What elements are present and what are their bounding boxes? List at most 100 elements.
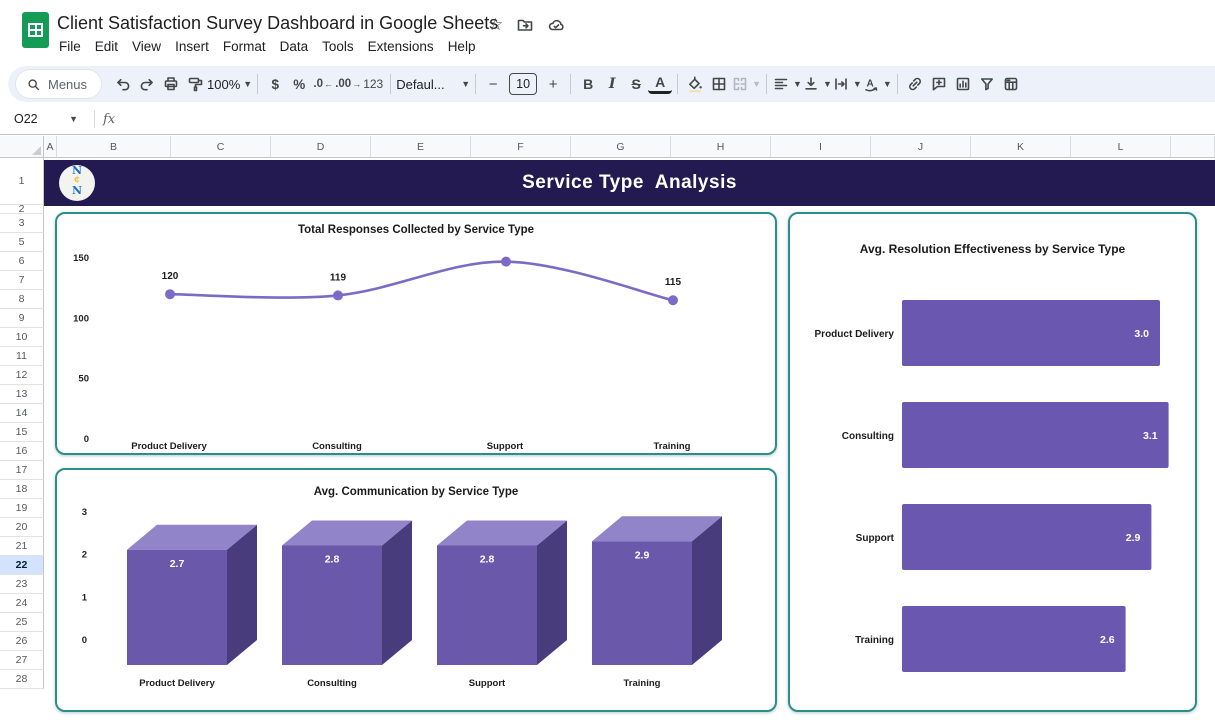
menu-edit[interactable]: Edit — [88, 37, 125, 56]
menu-data[interactable]: Data — [273, 37, 316, 56]
line-chart-plot[interactable]: 150100500120Product Delivery119Consultin… — [57, 214, 775, 453]
strikethrough-button[interactable]: S — [624, 71, 648, 97]
select-all-corner[interactable] — [0, 136, 44, 158]
insert-comment-button[interactable] — [927, 71, 951, 97]
column-header-L[interactable]: L — [1071, 136, 1171, 158]
row-header-8[interactable]: 8 — [0, 290, 44, 309]
document-title[interactable]: Client Satisfaction Survey Dashboard in … — [57, 13, 498, 34]
menu-view[interactable]: View — [125, 37, 168, 56]
undo-button[interactable] — [111, 71, 135, 97]
column-header-I[interactable]: I — [771, 136, 871, 158]
row-header-27[interactable]: 27 — [0, 651, 44, 670]
column-header-F[interactable]: F — [471, 136, 571, 158]
menu-help[interactable]: Help — [441, 37, 483, 56]
column-header-B[interactable]: B — [57, 136, 171, 158]
column-header-J[interactable]: J — [871, 136, 971, 158]
company-logo: N¢N — [59, 165, 95, 201]
menu-insert[interactable]: Insert — [168, 37, 216, 56]
column-header-K[interactable]: K — [971, 136, 1071, 158]
functions-button[interactable] — [999, 71, 1023, 97]
row-header-18[interactable]: 18 — [0, 480, 44, 499]
line-chart-card[interactable]: Total Responses Collected by Service Typ… — [55, 212, 777, 455]
text-color-button[interactable]: A — [648, 74, 672, 94]
menu-tools[interactable]: Tools — [315, 37, 361, 56]
row-header-17[interactable]: 17 — [0, 461, 44, 480]
merge-cells-button[interactable]: ▼ — [731, 71, 761, 97]
sheet-canvas[interactable]: N¢N Service Type Analysis Total Response… — [44, 158, 1215, 720]
svg-text:Support: Support — [487, 441, 524, 452]
column-header-D[interactable]: D — [271, 136, 371, 158]
print-button[interactable] — [159, 71, 183, 97]
borders-button[interactable] — [707, 71, 731, 97]
row-header-12[interactable]: 12 — [0, 366, 44, 385]
row-header-25[interactable]: 25 — [0, 613, 44, 632]
sheets-logo-icon[interactable] — [22, 12, 49, 48]
increase-decimal-button[interactable]: .00→ — [335, 71, 361, 97]
percent-format-button[interactable]: % — [287, 71, 311, 97]
dashboard-banner[interactable]: N¢N Service Type Analysis — [44, 160, 1215, 206]
text-rotation-button[interactable]: A ▼ — [862, 71, 892, 97]
row-header-7[interactable]: 7 — [0, 271, 44, 290]
fill-color-button[interactable] — [683, 71, 707, 97]
row-header-13[interactable]: 13 — [0, 385, 44, 404]
bold-button[interactable]: B — [576, 71, 600, 97]
row-header-28[interactable]: 28 — [0, 670, 44, 689]
italic-button[interactable]: I — [600, 71, 624, 97]
svg-text:A: A — [866, 79, 873, 90]
font-select[interactable]: Defaul...▼ — [396, 71, 470, 97]
row-header-10[interactable]: 10 — [0, 328, 44, 347]
cloud-status-icon[interactable] — [547, 16, 566, 34]
row-header-15[interactable]: 15 — [0, 423, 44, 442]
menu-format[interactable]: Format — [216, 37, 273, 56]
column-header-A[interactable]: A — [44, 136, 57, 158]
column-chart-plot[interactable]: 32102.7Product Delivery2.8Consulting2.8S… — [57, 470, 775, 710]
formula-input[interactable] — [115, 104, 1215, 134]
row-header-9[interactable]: 9 — [0, 309, 44, 328]
column-header-partial[interactable] — [1171, 136, 1215, 158]
row-header-16[interactable]: 16 — [0, 442, 44, 461]
row-header-21[interactable]: 21 — [0, 537, 44, 556]
increase-font-size-button[interactable]: + — [541, 71, 565, 97]
decrease-decimal-button[interactable]: .0← — [311, 71, 335, 97]
row-header-6[interactable]: 6 — [0, 252, 44, 271]
row-header-5[interactable]: 5 — [0, 233, 44, 252]
column-header-H[interactable]: H — [671, 136, 771, 158]
row-header-23[interactable]: 23 — [0, 575, 44, 594]
menu-file[interactable]: File — [52, 37, 88, 56]
row-header-22[interactable]: 22 — [0, 556, 44, 575]
row-header-24[interactable]: 24 — [0, 594, 44, 613]
column-header-C[interactable]: C — [171, 136, 271, 158]
row-header-1[interactable]: 1 — [0, 158, 44, 205]
insert-link-button[interactable] — [903, 71, 927, 97]
redo-button[interactable] — [135, 71, 159, 97]
create-filter-button[interactable] — [975, 71, 999, 97]
vertical-align-button[interactable]: ▼ — [802, 71, 832, 97]
decrease-font-size-button[interactable]: − — [481, 71, 505, 97]
name-box[interactable]: O22▼ — [0, 112, 86, 126]
menu-extensions[interactable]: Extensions — [361, 37, 441, 56]
row-header-3[interactable]: 3 — [0, 214, 44, 233]
zoom-select[interactable]: 100%▼ — [207, 71, 252, 97]
bar-chart-card[interactable]: Avg. Resolution Effectiveness by Service… — [788, 212, 1197, 712]
column-header-E[interactable]: E — [371, 136, 471, 158]
row-header-26[interactable]: 26 — [0, 632, 44, 651]
font-size-input[interactable]: 10 — [509, 73, 537, 95]
star-icon[interactable]: ☆ — [488, 15, 503, 35]
currency-format-button[interactable]: $ — [263, 71, 287, 97]
row-header-2[interactable]: 2 — [0, 205, 44, 214]
column-chart-card[interactable]: Avg. Communication by Service Type 32102… — [55, 468, 777, 712]
text-wrap-button[interactable]: ▼ — [832, 71, 862, 97]
move-folder-icon[interactable] — [516, 16, 534, 34]
insert-chart-button[interactable] — [951, 71, 975, 97]
row-header-14[interactable]: 14 — [0, 404, 44, 423]
menus-search[interactable]: Menus — [16, 70, 101, 98]
horizontal-align-button[interactable]: ▼ — [772, 71, 802, 97]
chevron-down-icon: ▼ — [793, 79, 802, 89]
paint-format-button[interactable] — [183, 71, 207, 97]
more-formats-button[interactable]: 123 — [361, 71, 385, 97]
column-header-G[interactable]: G — [571, 136, 671, 158]
row-header-11[interactable]: 11 — [0, 347, 44, 366]
row-header-19[interactable]: 19 — [0, 499, 44, 518]
row-header-20[interactable]: 20 — [0, 518, 44, 537]
bar-chart-plot[interactable]: 3.0Product Delivery3.1Consulting2.9Suppo… — [790, 214, 1195, 710]
